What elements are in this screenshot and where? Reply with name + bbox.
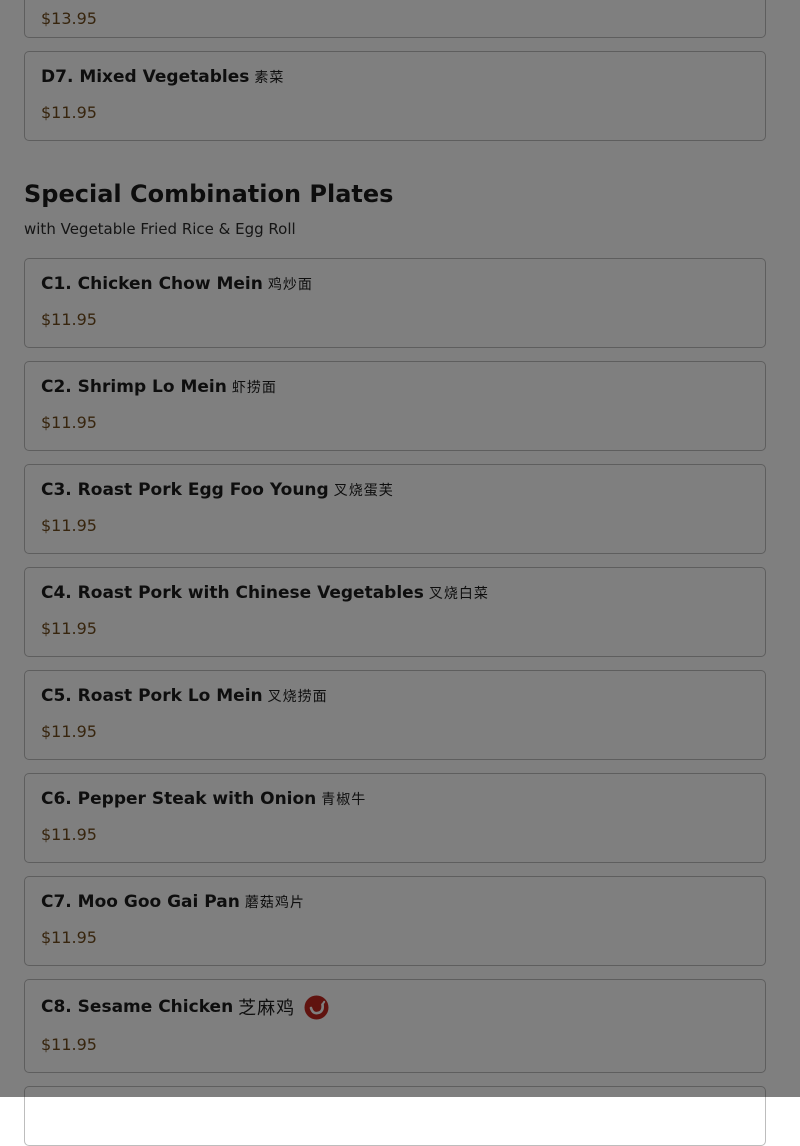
- item-chinese-name: 鸡炒面: [267, 277, 313, 293]
- menu-item-card-c5[interactable]: C5. Roast Pork Lo Mein 叉烧捞面 $11.95: [24, 670, 766, 760]
- item-chinese-name: 素菜: [254, 70, 285, 86]
- item-chinese-name: 蘑菇鸡片: [244, 895, 305, 911]
- item-price: $11.95: [41, 619, 97, 638]
- item-name: C8. Sesame Chicken: [41, 997, 234, 1017]
- item-name: C1. Chicken Chow Mein: [41, 274, 263, 294]
- item-name-row: C3. Roast Pork Egg Foo Young 叉烧蛋芙: [41, 480, 394, 500]
- item-price: $11.95: [41, 516, 97, 535]
- item-name: C5. Roast Pork Lo Mein: [41, 686, 263, 706]
- menu-item-card-c3[interactable]: C3. Roast Pork Egg Foo Young 叉烧蛋芙 $11.95: [24, 464, 766, 554]
- item-price: $11.95: [41, 1035, 97, 1054]
- menu-page: $13.95 D7. Mixed Vegetables 素菜 $11.95 Sp…: [0, 0, 800, 1146]
- item-name-row: C1. Chicken Chow Mein 鸡炒面: [41, 274, 313, 294]
- item-price: $11.95: [41, 928, 97, 947]
- item-chinese-name: 叉烧捞面: [267, 689, 328, 705]
- item-name-row: C8. Sesame Chicken 芝麻鸡: [41, 994, 329, 1020]
- item-price: $11.95: [41, 310, 97, 329]
- hot-pepper-icon: [304, 995, 329, 1020]
- item-price: $11.95: [41, 413, 97, 432]
- item-name-row: C5. Roast Pork Lo Mein 叉烧捞面: [41, 686, 328, 706]
- menu-item-card-partial[interactable]: [24, 1086, 766, 1146]
- item-chinese-name: 青椒牛: [321, 792, 367, 808]
- item-chinese-name: 芝麻鸡: [238, 998, 296, 1019]
- item-chinese-name: 叉烧白菜: [428, 586, 489, 602]
- menu-item-card-c4[interactable]: C4. Roast Pork with Chinese Vegetables 叉…: [24, 567, 766, 657]
- item-name-row: C2. Shrimp Lo Mein 虾捞面: [41, 377, 277, 397]
- item-name-row: C4. Roast Pork with Chinese Vegetables 叉…: [41, 583, 489, 603]
- item-name: C6. Pepper Steak with Onion: [41, 789, 317, 809]
- menu-item-card-c7[interactable]: C7. Moo Goo Gai Pan 蘑菇鸡片 $11.95: [24, 876, 766, 966]
- item-name: C7. Moo Goo Gai Pan: [41, 892, 240, 912]
- item-price: $11.95: [41, 825, 97, 844]
- item-name-row: C6. Pepper Steak with Onion 青椒牛: [41, 789, 366, 809]
- item-name-row: D7. Mixed Vegetables 素菜: [41, 67, 284, 87]
- section-title: Special Combination Plates: [24, 180, 394, 208]
- item-price: $13.95: [41, 9, 97, 28]
- item-name: C2. Shrimp Lo Mein: [41, 377, 227, 397]
- item-chinese-name: 叉烧蛋芙: [333, 483, 394, 499]
- item-chinese-name: 虾捞面: [231, 380, 277, 396]
- menu-item-card-partial[interactable]: $13.95: [24, 0, 766, 38]
- section-subtitle: with Vegetable Fried Rice & Egg Roll: [24, 220, 296, 238]
- item-price: $11.95: [41, 103, 97, 122]
- item-name: D7. Mixed Vegetables: [41, 67, 250, 87]
- item-price: $11.95: [41, 722, 97, 741]
- item-name-row: C7. Moo Goo Gai Pan 蘑菇鸡片: [41, 892, 305, 912]
- item-name: C3. Roast Pork Egg Foo Young: [41, 480, 329, 500]
- menu-item-card-c6[interactable]: C6. Pepper Steak with Onion 青椒牛 $11.95: [24, 773, 766, 863]
- item-name: C4. Roast Pork with Chinese Vegetables: [41, 583, 424, 603]
- menu-item-card-c8[interactable]: C8. Sesame Chicken 芝麻鸡 $11.95: [24, 979, 766, 1073]
- menu-item-card-d7[interactable]: D7. Mixed Vegetables 素菜 $11.95: [24, 51, 766, 141]
- menu-item-card-c2[interactable]: C2. Shrimp Lo Mein 虾捞面 $11.95: [24, 361, 766, 451]
- menu-item-card-c1[interactable]: C1. Chicken Chow Mein 鸡炒面 $11.95: [24, 258, 766, 348]
